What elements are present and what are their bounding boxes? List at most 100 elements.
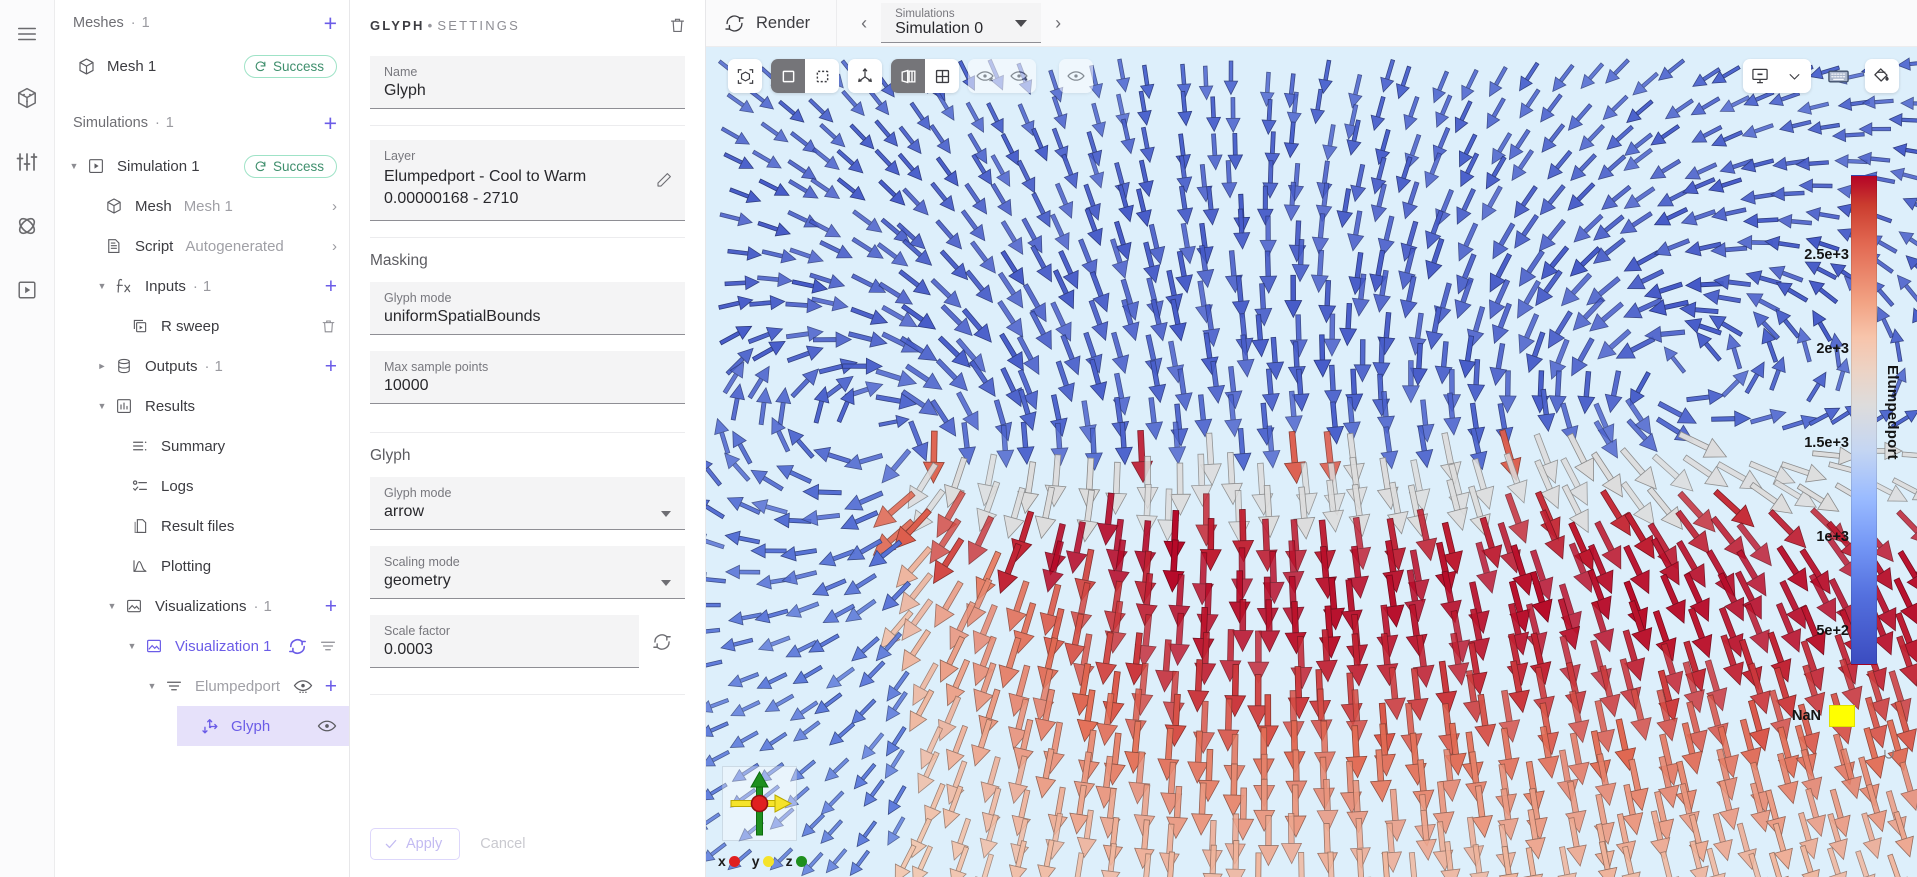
arrow-glyph (1402, 181, 1420, 220)
chevron-down-icon[interactable] (1777, 59, 1811, 93)
next-simulation-button[interactable]: › (1047, 13, 1069, 34)
tree-row-glyph[interactable]: Glyph (177, 706, 349, 746)
name-field[interactable]: Name Glyph (370, 56, 685, 109)
expand-caret-icon[interactable]: ▼ (65, 161, 83, 171)
colorbar-handle[interactable] (1882, 747, 1896, 761)
filter-list-icon[interactable] (319, 637, 337, 655)
split-view-grid-icon[interactable] (925, 59, 959, 93)
max-sample-points-value: 10000 (384, 377, 429, 395)
delete-glyph-button[interactable] (668, 16, 687, 35)
axes-orientation-widget[interactable] (722, 766, 797, 841)
arrow-glyph (760, 121, 789, 143)
physics-atom-icon[interactable] (7, 206, 47, 246)
tree-row-visualizations[interactable]: ▼ Visualizations · 1 + (55, 586, 349, 626)
vtk-canvas[interactable]: 2.5e+3 2e+3 1.5e+3 1e+3 5e+2 Elumpedport… (706, 47, 1917, 877)
arrow-glyph (1339, 302, 1358, 347)
cancel-button[interactable]: Cancel (470, 829, 535, 859)
expand-caret-icon[interactable]: ▼ (103, 601, 121, 611)
arrow-glyph (1432, 126, 1451, 162)
glyph-mode-select[interactable]: Glyph mode arrow (370, 477, 685, 531)
select-box-icon[interactable] (771, 59, 805, 93)
menu-icon[interactable] (7, 14, 47, 54)
colorbar-gradient[interactable] (1851, 175, 1877, 665)
simulation-select[interactable]: Simulations Simulation 0 (881, 3, 1042, 43)
run-icon[interactable] (7, 270, 47, 310)
arrow-glyph (706, 572, 726, 584)
layer-field[interactable]: Layer Elumpedport - Cool to Warm 0.00000… (370, 140, 685, 222)
reset-scale-factor-button[interactable] (639, 615, 685, 668)
arrow-glyph (1168, 421, 1187, 465)
edit-layer-button[interactable] (655, 171, 673, 189)
add-input-button[interactable]: + (325, 276, 337, 297)
axes-orientation-icon[interactable] (848, 59, 882, 93)
scaling-mode-select[interactable]: Scaling mode geometry (370, 546, 685, 600)
arrow-glyph (850, 306, 889, 325)
script-row-label: Script (135, 237, 174, 255)
layer-field-line1: Elumpedport - Cool to Warm (384, 168, 587, 185)
arrow-glyph (1456, 188, 1476, 225)
expand-caret-icon[interactable]: ▼ (93, 401, 111, 411)
tree-row-result-files[interactable]: Result files (55, 506, 349, 546)
arrow-glyph (1900, 96, 1917, 111)
chevron-right-icon[interactable]: › (332, 238, 337, 255)
chevron-down-icon[interactable] (661, 511, 671, 518)
arrow-glyph (1539, 184, 1566, 216)
keyboard-icon[interactable] (1821, 59, 1855, 93)
tree-row-simulation-1[interactable]: ▼ Simulation 1 Success (55, 146, 349, 186)
tree-row-mesh[interactable]: Mesh Mesh 1 › (55, 186, 349, 226)
colorbar-title: Elumpedport (1884, 365, 1901, 460)
tree-row-summary[interactable]: Summary (55, 426, 349, 466)
arrow-glyph (874, 119, 899, 147)
tree-row-results[interactable]: ▼ Results (55, 386, 349, 426)
tree-row-inputs[interactable]: ▼ Inputs · 1 + (55, 266, 349, 306)
add-simulation-button[interactable]: + (324, 111, 337, 135)
add-mesh-button[interactable]: + (324, 11, 337, 35)
screenshot-icon[interactable] (1743, 59, 1777, 93)
colorbar[interactable]: 2.5e+3 2e+3 1.5e+3 1e+3 5e+2 Elumpedport (1804, 175, 1901, 705)
arrow-glyph (843, 452, 884, 471)
elumpedport-label: Elumpedport (195, 677, 281, 695)
tree-row-outputs[interactable]: ► Outputs · 1 + (55, 346, 349, 386)
visibility-eye-icon[interactable] (293, 676, 313, 696)
add-filter-button[interactable]: + (325, 676, 337, 697)
render-button[interactable]: Render (724, 13, 836, 34)
tree-row-visualization-1[interactable]: ▼ Visualization 1 (55, 626, 349, 666)
tree-row-r-sweep[interactable]: R sweep (55, 306, 349, 346)
split-view-vertical-icon[interactable] (891, 59, 925, 93)
arrow-glyph (720, 126, 751, 145)
tree-row-mesh-1[interactable]: Mesh 1 Success (55, 46, 349, 86)
chevron-down-icon[interactable] (661, 580, 671, 587)
add-output-button[interactable]: + (325, 356, 337, 377)
expand-caret-icon[interactable]: ▼ (143, 681, 161, 691)
delete-icon[interactable] (320, 318, 337, 335)
tree-row-script[interactable]: Script Autogenerated › (55, 226, 349, 266)
expand-caret-icon[interactable]: ▼ (123, 641, 141, 651)
select-marquee-icon[interactable] (805, 59, 839, 93)
geometry-icon[interactable] (7, 78, 47, 118)
collapse-caret-icon[interactable]: ► (93, 361, 111, 371)
glyph-label: Glyph (231, 717, 271, 735)
expand-caret-icon[interactable]: ▼ (93, 281, 111, 291)
tree-row-logs[interactable]: Logs (55, 466, 349, 506)
visibility-eye-icon[interactable] (1059, 59, 1093, 93)
arrow-glyph (1658, 58, 1686, 81)
settings-sliders-icon[interactable] (7, 142, 47, 182)
background-color-icon[interactable] (1865, 59, 1899, 93)
previous-simulation-button[interactable]: ‹ (853, 13, 875, 34)
show-eye-icon[interactable] (1002, 59, 1036, 93)
add-visualization-button[interactable]: + (325, 596, 337, 617)
tree-row-elumpedport[interactable]: ▼ Elumpedport + (55, 666, 349, 706)
reset-camera-icon[interactable] (728, 59, 762, 93)
scale-factor-field[interactable]: Scale factor 0.0003 (370, 615, 639, 669)
apply-button[interactable]: Apply (370, 828, 461, 860)
arrow-glyph (1571, 337, 1595, 377)
tree-row-plotting[interactable]: Plotting (55, 546, 349, 586)
arrow-glyph (1111, 331, 1130, 375)
masking-glyph-mode-field[interactable]: Glyph mode uniformSpatialBounds (370, 282, 685, 336)
max-sample-points-field[interactable]: Max sample points 10000 (370, 351, 685, 405)
chevron-down-icon[interactable] (1015, 19, 1028, 27)
hide-eye-icon[interactable] (968, 59, 1002, 93)
visibility-eye-icon[interactable] (317, 716, 337, 736)
chevron-right-icon[interactable]: › (332, 198, 337, 215)
refresh-visualization-button[interactable] (288, 637, 307, 656)
